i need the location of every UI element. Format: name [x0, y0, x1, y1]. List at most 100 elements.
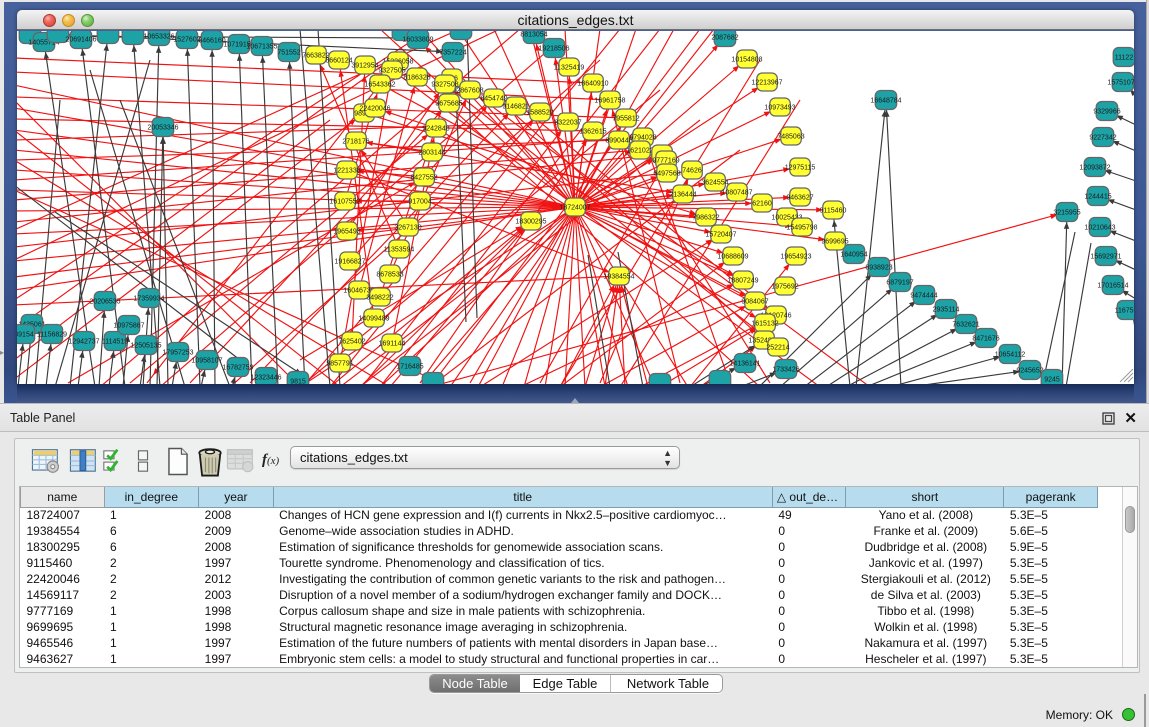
svg-text:18724007: 18724007 — [559, 205, 590, 212]
svg-text:14099489: 14099489 — [358, 316, 389, 323]
svg-text:10958107: 10958107 — [191, 358, 222, 365]
svg-text:7625402: 7625402 — [338, 339, 365, 346]
svg-text:9245652: 9245652 — [1016, 368, 1043, 375]
svg-text:3267130: 3267130 — [394, 225, 421, 232]
svg-text:1527602: 1527602 — [173, 37, 200, 44]
svg-text:8678533: 8678533 — [376, 272, 403, 279]
svg-text:7632621: 7632621 — [952, 322, 979, 329]
svg-text:16033809: 16033809 — [402, 37, 433, 44]
svg-text:16543362: 16543362 — [364, 82, 395, 89]
svg-text:15751074: 15751074 — [1107, 80, 1134, 87]
svg-text:10973493: 10973493 — [764, 105, 795, 112]
svg-text:16648784: 16648784 — [870, 98, 901, 105]
svg-text:7986322: 7986322 — [692, 215, 719, 222]
svg-text:2867608: 2867608 — [456, 88, 483, 95]
svg-text:19166827: 19166827 — [334, 259, 365, 266]
svg-text:1965493: 1965493 — [333, 229, 360, 236]
svg-text:15692971: 15692971 — [1090, 254, 1121, 261]
svg-text:10975867: 10975867 — [113, 323, 144, 330]
svg-text:10653326: 10653326 — [143, 34, 174, 41]
svg-text:6497568: 6497568 — [653, 171, 680, 178]
svg-text:39154: 39154 — [17, 332, 34, 339]
svg-text:8454749: 8454749 — [480, 96, 507, 103]
svg-text:15495798: 15495798 — [786, 225, 817, 232]
svg-text:17359934: 17359934 — [133, 296, 164, 303]
svg-text:12213967: 12213967 — [751, 80, 782, 87]
svg-text:3215955: 3215955 — [1053, 210, 1080, 217]
svg-text:20053346: 20053346 — [147, 125, 178, 132]
svg-text:19384554: 19384554 — [603, 274, 634, 281]
svg-text:18300295: 18300295 — [515, 219, 546, 226]
svg-text:3912954: 3912954 — [351, 63, 378, 70]
svg-text:8322037: 8322037 — [554, 120, 581, 127]
svg-text:20206535: 20206535 — [89, 299, 120, 306]
svg-text:9699695: 9699695 — [821, 239, 848, 246]
svg-text:9327505: 9327505 — [378, 68, 405, 75]
svg-text:7955812: 7955812 — [612, 116, 639, 123]
svg-text:16107552: 16107552 — [329, 199, 360, 206]
svg-text:1691144: 1691144 — [379, 341, 406, 348]
svg-text:1615132: 1615132 — [751, 321, 778, 328]
svg-text:3675685: 3675685 — [435, 101, 462, 108]
svg-text:18640910: 18640910 — [577, 81, 608, 88]
svg-text:7357224: 7357224 — [439, 50, 466, 57]
svg-text:9327508: 9327508 — [431, 82, 458, 89]
svg-text:1221338: 1221338 — [333, 168, 360, 175]
svg-text:9084067: 9084067 — [741, 299, 768, 306]
svg-text:11156829: 11156829 — [37, 332, 67, 339]
svg-text:9245: 9245 — [1044, 377, 1060, 384]
svg-text:9115460: 9115460 — [820, 208, 847, 215]
svg-text:12505135: 12505135 — [130, 343, 161, 350]
svg-text:12942737: 12942737 — [68, 339, 99, 346]
svg-text:1621022: 1621022 — [626, 148, 653, 155]
svg-text:6466160: 6466160 — [198, 38, 225, 45]
svg-text:9227342: 9227342 — [1089, 135, 1116, 142]
svg-text:10688609: 10688609 — [717, 254, 748, 261]
svg-text:10210643: 10210643 — [1084, 225, 1115, 232]
svg-text:8471676: 8471676 — [972, 336, 999, 343]
svg-text:9474444: 9474444 — [910, 293, 937, 300]
svg-text:1244415: 1244415 — [1084, 194, 1111, 201]
svg-text:14136141: 14136141 — [729, 361, 760, 368]
svg-text:1588520: 1588520 — [526, 110, 553, 117]
svg-text:11325419: 11325419 — [554, 65, 585, 72]
svg-text:2136444: 2136444 — [669, 192, 696, 199]
svg-text:16961758: 16961758 — [594, 98, 625, 105]
svg-text:10154808: 10154808 — [731, 57, 762, 64]
svg-text:74626: 74626 — [682, 168, 702, 175]
svg-text:12975115: 12975115 — [785, 165, 816, 172]
svg-text:8427552: 8427552 — [410, 175, 437, 182]
svg-text:8813054: 8813054 — [520, 32, 547, 39]
svg-text:9463627: 9463627 — [786, 195, 813, 202]
svg-text:1733426: 1733426 — [772, 367, 799, 374]
svg-text:15720407: 15720407 — [705, 232, 736, 239]
svg-text:7485063: 7485063 — [777, 134, 804, 141]
svg-text:751552: 751552 — [277, 50, 300, 57]
svg-text:9242848: 9242848 — [422, 126, 449, 133]
svg-text:3624554: 3624554 — [701, 180, 728, 187]
svg-text:1975692: 1975692 — [771, 284, 798, 291]
svg-text:19654923: 19654923 — [780, 254, 811, 261]
svg-text:11353594: 11353594 — [384, 247, 415, 254]
svg-text:19218506: 19218506 — [538, 46, 569, 53]
svg-text:6879197: 6879197 — [886, 280, 913, 287]
svg-text:9329966: 9329966 — [1093, 109, 1120, 116]
svg-text:2718176: 2718176 — [342, 139, 369, 146]
svg-text:12093872: 12093872 — [1079, 165, 1110, 172]
svg-text:1640954: 1640954 — [840, 252, 867, 259]
svg-text:18807249: 18807249 — [727, 278, 758, 285]
svg-text:2935114: 2935114 — [933, 307, 960, 314]
svg-text:1716485: 1716485 — [396, 364, 423, 371]
svg-text:9857791: 9857791 — [326, 361, 353, 368]
svg-text:10671355: 10671355 — [246, 44, 277, 51]
svg-text:20691406: 20691406 — [65, 37, 96, 44]
svg-text:1167533: 1167533 — [1115, 308, 1134, 315]
svg-text:17957253: 17957253 — [162, 350, 193, 357]
svg-text:22420046: 22420046 — [359, 106, 390, 113]
svg-text:17016514: 17016514 — [1097, 283, 1128, 290]
svg-text:16782759: 16782759 — [222, 365, 253, 372]
svg-text:8660124: 8660124 — [325, 58, 352, 65]
svg-text:1362615: 1362615 — [579, 129, 606, 136]
svg-text:917004: 917004 — [408, 199, 431, 206]
svg-text:10807487: 10807487 — [721, 190, 752, 197]
